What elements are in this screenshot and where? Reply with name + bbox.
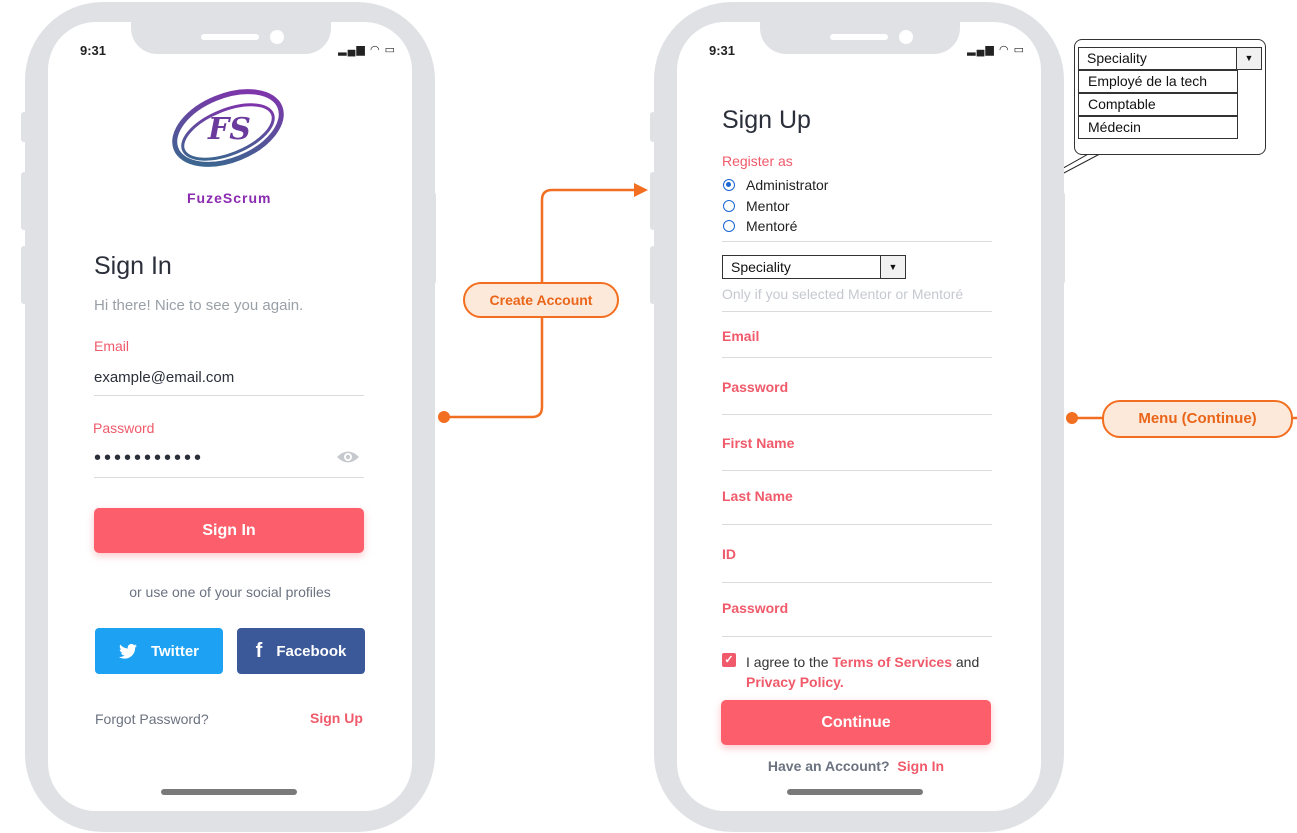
status-icons: ▂▄▆ ◠ ▭ bbox=[338, 44, 396, 56]
signin-phone: 9:31 ▂▄▆ ◠ ▭ FS FuzeScrum Sign In Hi the… bbox=[25, 2, 435, 832]
terms-link[interactable]: Terms of Services bbox=[832, 654, 952, 670]
forgot-password-link[interactable]: Forgot Password? bbox=[95, 711, 209, 727]
have-account-row: Have an Account? Sign In bbox=[677, 758, 1035, 774]
notch bbox=[131, 20, 331, 54]
signup-phone: 9:31 ▂▄▆ ◠ ▭ Sign Up Register as Adminis… bbox=[654, 2, 1064, 832]
email-label: Email bbox=[94, 338, 130, 354]
home-indicator bbox=[787, 789, 923, 795]
speciality-option[interactable]: Employé de la tech bbox=[1078, 70, 1238, 93]
notch bbox=[760, 20, 960, 54]
speciality-select[interactable]: Speciality ▼ bbox=[722, 255, 906, 279]
status-time: 9:31 bbox=[709, 43, 736, 58]
status-icons: ▂▄▆ ◠ ▭ bbox=[967, 44, 1025, 56]
eye-icon[interactable] bbox=[336, 449, 360, 465]
social-text: or use one of your social profiles bbox=[129, 584, 331, 600]
facebook-icon: f bbox=[255, 639, 263, 662]
password-underline bbox=[94, 477, 364, 478]
menu-continue-callout: Menu (Continue) bbox=[1102, 400, 1293, 438]
signup-title: Sign Up bbox=[722, 106, 811, 134]
chevron-down-icon: ▼ bbox=[1236, 48, 1261, 69]
speciality-underline bbox=[722, 311, 992, 312]
speciality-option[interactable]: Médecin bbox=[1078, 116, 1238, 139]
logo-text: FS bbox=[208, 112, 251, 147]
speciality-select-value: Speciality bbox=[731, 259, 791, 275]
chevron-down-icon: ▼ bbox=[880, 256, 905, 278]
signin-screen: 9:31 ▂▄▆ ◠ ▭ FS FuzeScrum Sign In Hi the… bbox=[48, 22, 412, 811]
first-name-label[interactable]: First Name bbox=[722, 435, 794, 451]
last-name-label[interactable]: Last Name bbox=[722, 488, 793, 504]
register-as-label: Register as bbox=[722, 153, 793, 169]
radio-administrator-label: Administrator bbox=[746, 177, 829, 193]
agree-checkbox[interactable]: ✓ bbox=[722, 653, 736, 667]
id-label[interactable]: ID bbox=[722, 546, 736, 562]
signup-password-label[interactable]: Password bbox=[722, 379, 788, 395]
twitter-button[interactable]: Twitter bbox=[95, 628, 223, 674]
role-divider bbox=[722, 241, 992, 242]
signin-subtitle: Hi there! Nice to see you again. bbox=[94, 297, 304, 314]
flow-start-dot bbox=[438, 411, 450, 423]
password-field[interactable]: ••••••••••• bbox=[94, 447, 204, 470]
speciality-hint: Only if you selected Mentor or Mentoré bbox=[722, 286, 964, 302]
signin-button[interactable]: Sign In bbox=[94, 508, 364, 553]
signup-link[interactable]: Sign Up bbox=[310, 710, 363, 726]
signup-screen: 9:31 ▂▄▆ ◠ ▭ Sign Up Register as Adminis… bbox=[677, 22, 1041, 811]
privacy-link[interactable]: Privacy Policy. bbox=[746, 674, 844, 690]
status-time: 9:31 bbox=[80, 43, 107, 58]
speciality-option[interactable]: Comptable bbox=[1078, 93, 1238, 116]
radio-mentor-label: Mentor bbox=[746, 198, 790, 214]
radio-administrator[interactable] bbox=[723, 179, 735, 191]
radio-mentore[interactable] bbox=[723, 220, 735, 232]
facebook-label: Facebook bbox=[276, 642, 347, 660]
popup-select-value: Speciality bbox=[1087, 50, 1147, 66]
have-account-text: Have an Account? bbox=[767, 758, 890, 774]
radio-mentor[interactable] bbox=[723, 200, 735, 212]
radio-mentore-label: Mentoré bbox=[746, 218, 798, 234]
facebook-button[interactable]: f Facebook bbox=[237, 628, 365, 674]
signup-password2-label[interactable]: Password bbox=[722, 600, 788, 616]
signup-email-label[interactable]: Email bbox=[722, 328, 759, 344]
home-indicator bbox=[161, 789, 297, 795]
signin-link[interactable]: Sign In bbox=[897, 758, 944, 774]
create-account-callout: Create Account bbox=[463, 282, 619, 318]
brand-name: FuzeScrum bbox=[187, 190, 272, 206]
signin-title: Sign In bbox=[94, 252, 172, 280]
agree-text: I agree to the Terms of Services and Pri… bbox=[746, 654, 980, 690]
email-underline bbox=[94, 395, 364, 396]
twitter-label: Twitter bbox=[150, 642, 200, 660]
flow-end-dot bbox=[1066, 412, 1078, 424]
twitter-icon bbox=[118, 643, 137, 659]
email-field[interactable]: example@email.com bbox=[94, 369, 234, 386]
popup-speciality-select[interactable]: Speciality ▼ bbox=[1078, 47, 1262, 70]
password-label: Password bbox=[93, 420, 155, 436]
continue-button[interactable]: Continue bbox=[721, 700, 991, 745]
